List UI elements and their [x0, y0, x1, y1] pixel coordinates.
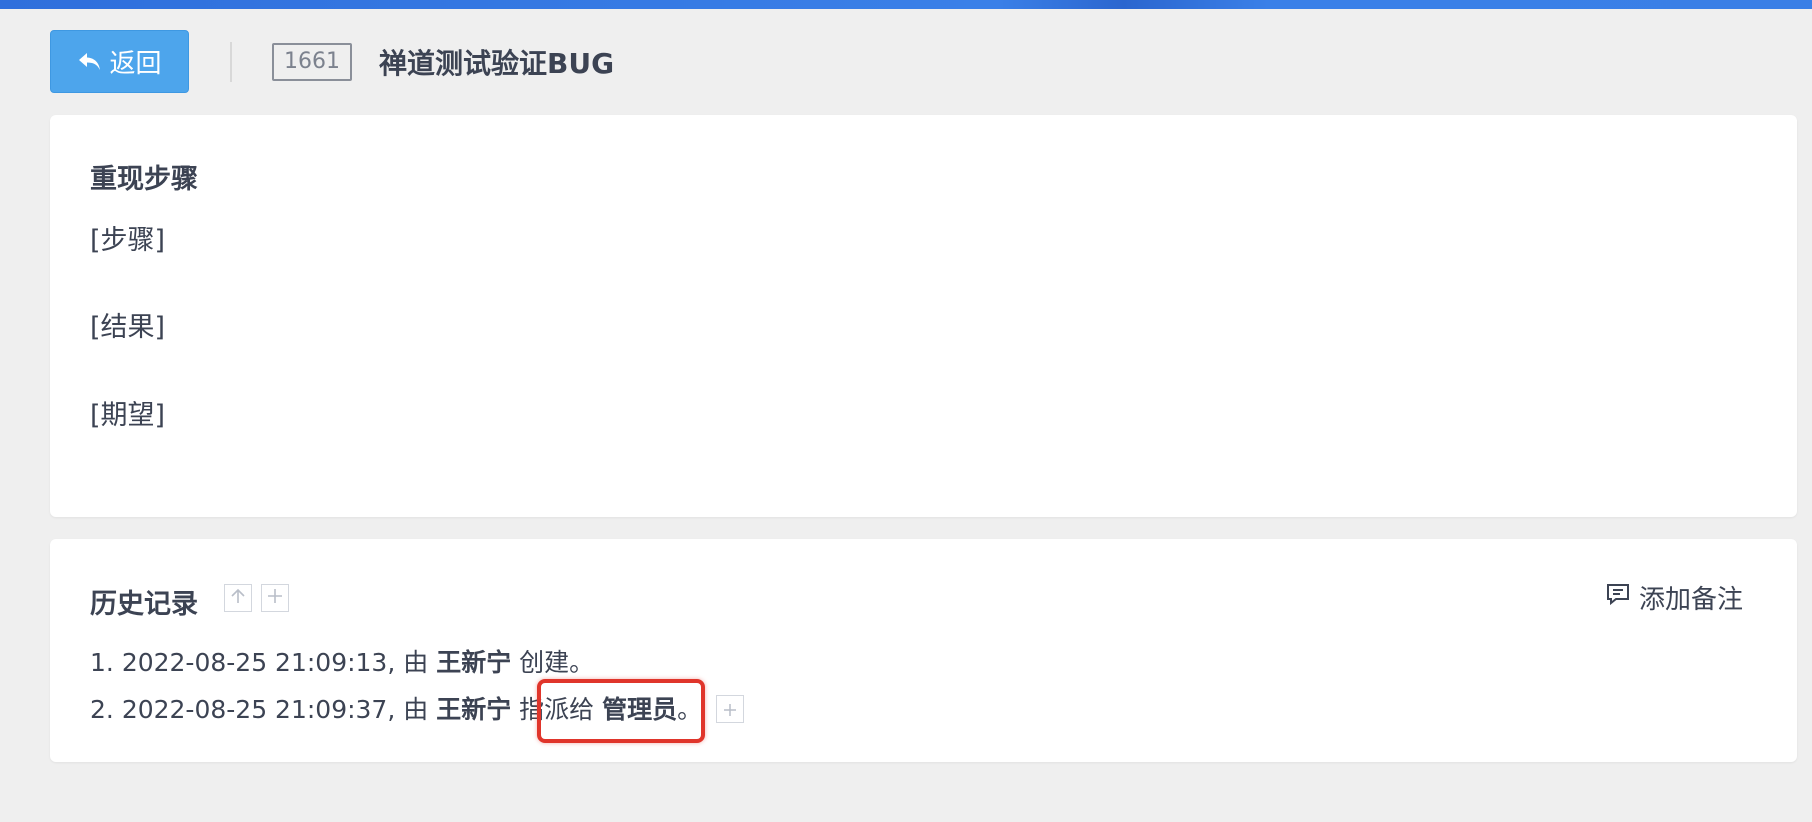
entry-index: 2. — [90, 695, 114, 724]
entry-expand-button[interactable] — [716, 695, 745, 724]
entry-datetime: 2022-08-25 21:09:37, — [121, 695, 396, 724]
plus-icon — [266, 587, 284, 609]
entry-action: 创建。 — [519, 648, 595, 677]
entry-datetime: 2022-08-25 21:09:13, — [121, 648, 396, 677]
arrow-up-icon — [229, 587, 247, 609]
history-title: 历史记录 — [90, 589, 198, 620]
header-divider — [230, 41, 232, 82]
add-note-label: 添加备注 — [1638, 585, 1743, 615]
entry-index: 1. — [90, 648, 114, 677]
step-line-expected: [期望] — [90, 400, 166, 431]
entry-user: 王新宁 — [436, 695, 512, 724]
add-note-button[interactable]: 添加备注 — [1605, 579, 1743, 616]
entry-user: 王新宁 — [436, 648, 512, 677]
top-accent-bar — [0, 0, 1812, 9]
history-controls — [224, 584, 289, 612]
bug-id-badge: 1661 — [272, 42, 352, 81]
plus-icon — [722, 695, 738, 724]
back-button[interactable]: 返回 — [50, 30, 189, 93]
sort-button[interactable] — [224, 584, 252, 612]
steps-title: 重现步骤 — [90, 164, 198, 195]
back-button-label: 返回 — [109, 49, 162, 79]
expand-all-button[interactable] — [261, 584, 289, 612]
entry-by: 由 — [403, 648, 429, 677]
steps-card: 重现步骤 [步骤] [结果] [期望] — [50, 115, 1797, 517]
step-line-result: [结果] — [90, 312, 166, 343]
page-header: 返回 1661 禅道测试验证BUG — [50, 30, 1790, 93]
history-entry: 1. 2022-08-25 21:09:13, 由 王新宁 创建。 — [90, 643, 594, 679]
history-card: 历史记录 添加备注 1. 2022-08-25 21:09:13, 由 王新宁 … — [50, 539, 1797, 762]
annotation-highlight-box — [537, 679, 705, 743]
comment-icon — [1605, 582, 1631, 613]
reply-arrow-icon — [77, 51, 103, 73]
page-title: 禅道测试验证BUG — [379, 46, 615, 80]
step-line-steps: [步骤] — [90, 225, 166, 256]
entry-by: 由 — [403, 695, 429, 724]
